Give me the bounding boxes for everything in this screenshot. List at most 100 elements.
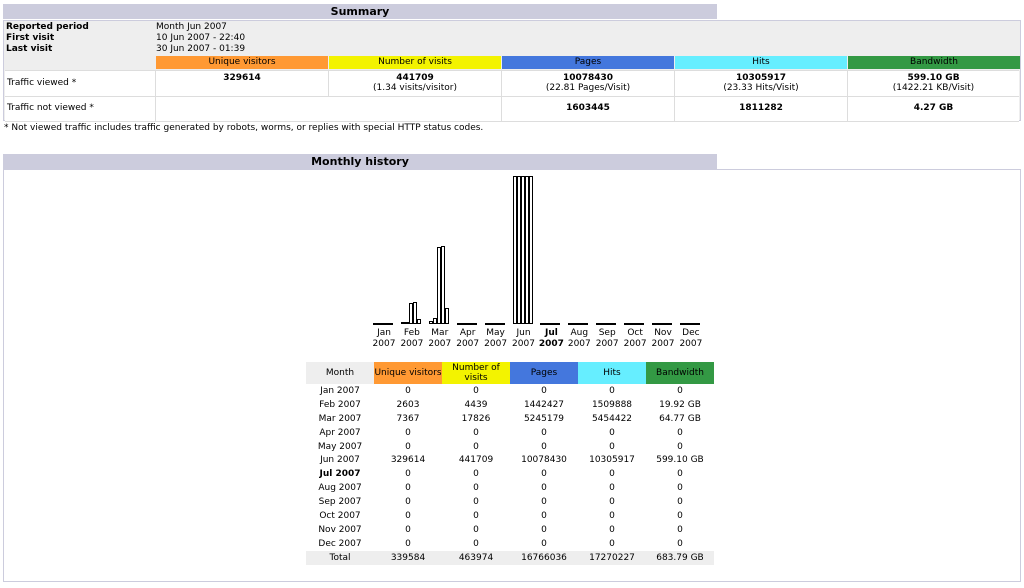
- chart-month-label: Jul 2007: [538, 328, 564, 349]
- row-month: Jul 2007: [319, 469, 361, 480]
- row-value: 0: [677, 469, 683, 480]
- row-month: Dec 2007: [318, 538, 362, 549]
- row-value: 0: [473, 524, 479, 535]
- bar-apr-2007-bandwidth: [472, 323, 477, 325]
- traffic-not-viewed-hits: 1811282: [674, 97, 847, 121]
- row-value: 0: [405, 483, 411, 494]
- bar-jul-2007-bandwidth: [556, 323, 561, 325]
- table-row: Mar 2007 7367 17826 5245179 5454422 64.77 GB: [306, 412, 714, 426]
- row-month: Sep 2007: [318, 497, 362, 508]
- chart-month-label: Feb 2007: [400, 328, 424, 349]
- row-value: 599.10 GB: [656, 455, 704, 466]
- row-value: 0: [677, 427, 683, 438]
- row-value: 0: [473, 538, 479, 549]
- total-value: 463974: [442, 550, 510, 565]
- row-value: 0: [541, 538, 547, 549]
- row-value: 0: [609, 538, 615, 549]
- row-value: 0: [609, 524, 615, 535]
- row-value: 0: [405, 427, 411, 438]
- bar-oct-2007-bandwidth: [640, 323, 645, 325]
- chart-month-label: Dec 2007: [679, 328, 703, 349]
- header-number-of-visits: Number of visits: [329, 56, 501, 69]
- row-value: 0: [609, 497, 615, 508]
- chart-month-label: Mar 2007: [428, 328, 452, 349]
- total-label: Total: [306, 550, 374, 565]
- row-value: 0: [677, 385, 683, 396]
- total-value: 17270227: [578, 550, 646, 565]
- row-value: 0: [405, 385, 411, 396]
- row-value: 0: [473, 469, 479, 480]
- chart-month-label: Aug 2007: [567, 328, 591, 349]
- summary-header: Summary: [3, 4, 717, 19]
- table-row: Apr 2007 0 0 0 0 0: [306, 426, 714, 440]
- chart-month-label: Oct 2007: [623, 328, 647, 349]
- row-value: 17826: [461, 413, 491, 424]
- row-value: 1509888: [591, 399, 633, 410]
- row-month: Apr 2007: [319, 427, 361, 438]
- bar-jan-2007-bandwidth: [389, 323, 393, 325]
- col-hits: Hits: [578, 362, 646, 384]
- traffic-not-viewed-bandwidth: 4.27 GB: [847, 97, 1019, 121]
- table-row: Jun 2007 329614 441709 10078430 10305917 599.…: [306, 453, 714, 467]
- total-value: 16766036: [510, 550, 578, 565]
- row-value: 0: [609, 385, 615, 396]
- row-value: 10078430: [521, 455, 567, 466]
- row-value: 0: [405, 469, 411, 480]
- row-value: 0: [677, 538, 683, 549]
- traffic-viewed-pages: 10078430 (22.81 Pages/Visit): [501, 71, 674, 96]
- summary-panel: Reported period Month Jun 2007 First vis…: [3, 20, 1021, 122]
- traffic-not-viewed-row: Traffic not viewed * 1603445 1811282 4.2…: [5, 96, 1019, 122]
- header-unique-visitors: Unique visitors: [156, 56, 328, 69]
- row-month: May 2007: [317, 441, 363, 452]
- reported-period-label: Reported period: [6, 22, 89, 32]
- row-value: 0: [473, 441, 479, 452]
- table-row: May 2007 0 0 0 0 0: [306, 440, 714, 454]
- row-value: 0: [473, 510, 479, 521]
- total-value: 683.79 GB: [646, 550, 714, 565]
- row-value: 0: [473, 497, 479, 508]
- chart-month-label: Apr 2007: [456, 328, 480, 349]
- table-row: Jul 2007 0 0 0 0 0: [306, 467, 714, 481]
- table-row: Sep 2007 0 0 0 0 0: [306, 495, 714, 509]
- table-row: Aug 2007 0 0 0 0 0: [306, 481, 714, 495]
- row-value: 0: [541, 510, 547, 521]
- chart-month-label: May 2007: [484, 328, 508, 349]
- traffic-viewed-hits: 10305917 (23.33 Hits/Visit): [674, 71, 847, 96]
- traffic-not-viewed-label: Traffic not viewed *: [7, 103, 94, 113]
- table-row: Jan 2007 0 0 0 0 0: [306, 384, 714, 398]
- row-value: 0: [541, 427, 547, 438]
- row-month: Oct 2007: [319, 510, 361, 521]
- table-row: Dec 2007 0 0 0 0 0: [306, 537, 714, 551]
- row-value: 0: [609, 483, 615, 494]
- row-value: 0: [541, 524, 547, 535]
- row-value: 0: [473, 385, 479, 396]
- row-value: 0: [677, 483, 683, 494]
- table-row: Nov 2007 0 0 0 0 0: [306, 523, 714, 537]
- bar-nov-2007-bandwidth: [668, 323, 672, 325]
- table-row: Oct 2007 0 0 0 0 0: [306, 509, 714, 523]
- bar-dec-2007-bandwidth: [695, 323, 700, 325]
- row-value: 0: [405, 497, 411, 508]
- last-visit-value: 30 Jun 2007 - 01:39: [156, 44, 246, 54]
- traffic-viewed-visits: 441709 (1.34 visits/visitor): [328, 71, 501, 96]
- row-value: 441709: [458, 455, 494, 466]
- row-value: 4439: [464, 399, 488, 410]
- row-value: 0: [473, 483, 479, 494]
- total-value: 339584: [374, 550, 442, 565]
- row-value: 0: [473, 427, 479, 438]
- row-value: 0: [609, 427, 615, 438]
- col-month: Month: [306, 362, 374, 384]
- bar-jun-2007-bandwidth: [528, 176, 533, 324]
- traffic-viewed-label: Traffic viewed *: [7, 78, 77, 88]
- row-value: 329614: [390, 455, 426, 466]
- row-value: 0: [677, 510, 683, 521]
- bar-may-2007-bandwidth: [500, 323, 505, 325]
- monthly-history-title: Monthly history: [311, 155, 409, 168]
- traffic-viewed-unique: 329614: [155, 71, 328, 96]
- table-row: Feb 2007 2603 4439 1442427 1509888 19.92 GB: [306, 398, 714, 412]
- header-hits: Hits: [675, 56, 847, 69]
- chart-month-label: Jun 2007: [512, 328, 535, 349]
- row-value: 0: [541, 385, 547, 396]
- row-value: 0: [405, 524, 411, 535]
- chart-month-label: Nov 2007: [651, 328, 675, 349]
